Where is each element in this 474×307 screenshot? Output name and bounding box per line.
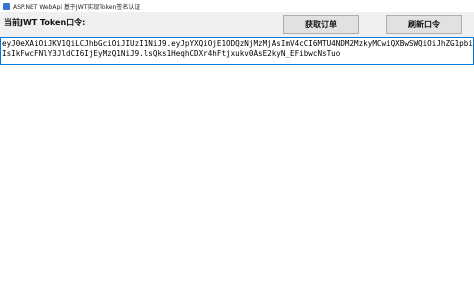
token-label: 当前JWT Token口令:: [4, 18, 86, 27]
get-orders-button[interactable]: 获取订单: [283, 15, 359, 34]
app-icon: [3, 2, 10, 10]
refresh-token-button[interactable]: 刷新口令: [386, 15, 462, 34]
toolbar: 当前JWT Token口令: 获取订单 刷新口令: [0, 12, 474, 37]
window-title: ASP.NET WebApi 基于JWT实现Token签名认证: [13, 3, 141, 11]
main-window: ASP.NET WebApi 基于JWT实现Token签名认证 当前JWT To…: [0, 0, 474, 307]
token-textbox[interactable]: eyJ0eXAiOiJKV1QiLCJhbGciOiJIUzI1NiJ9.eyJ…: [0, 37, 474, 65]
content-area: [0, 65, 474, 307]
title-bar: ASP.NET WebApi 基于JWT实现Token签名认证: [0, 0, 474, 12]
